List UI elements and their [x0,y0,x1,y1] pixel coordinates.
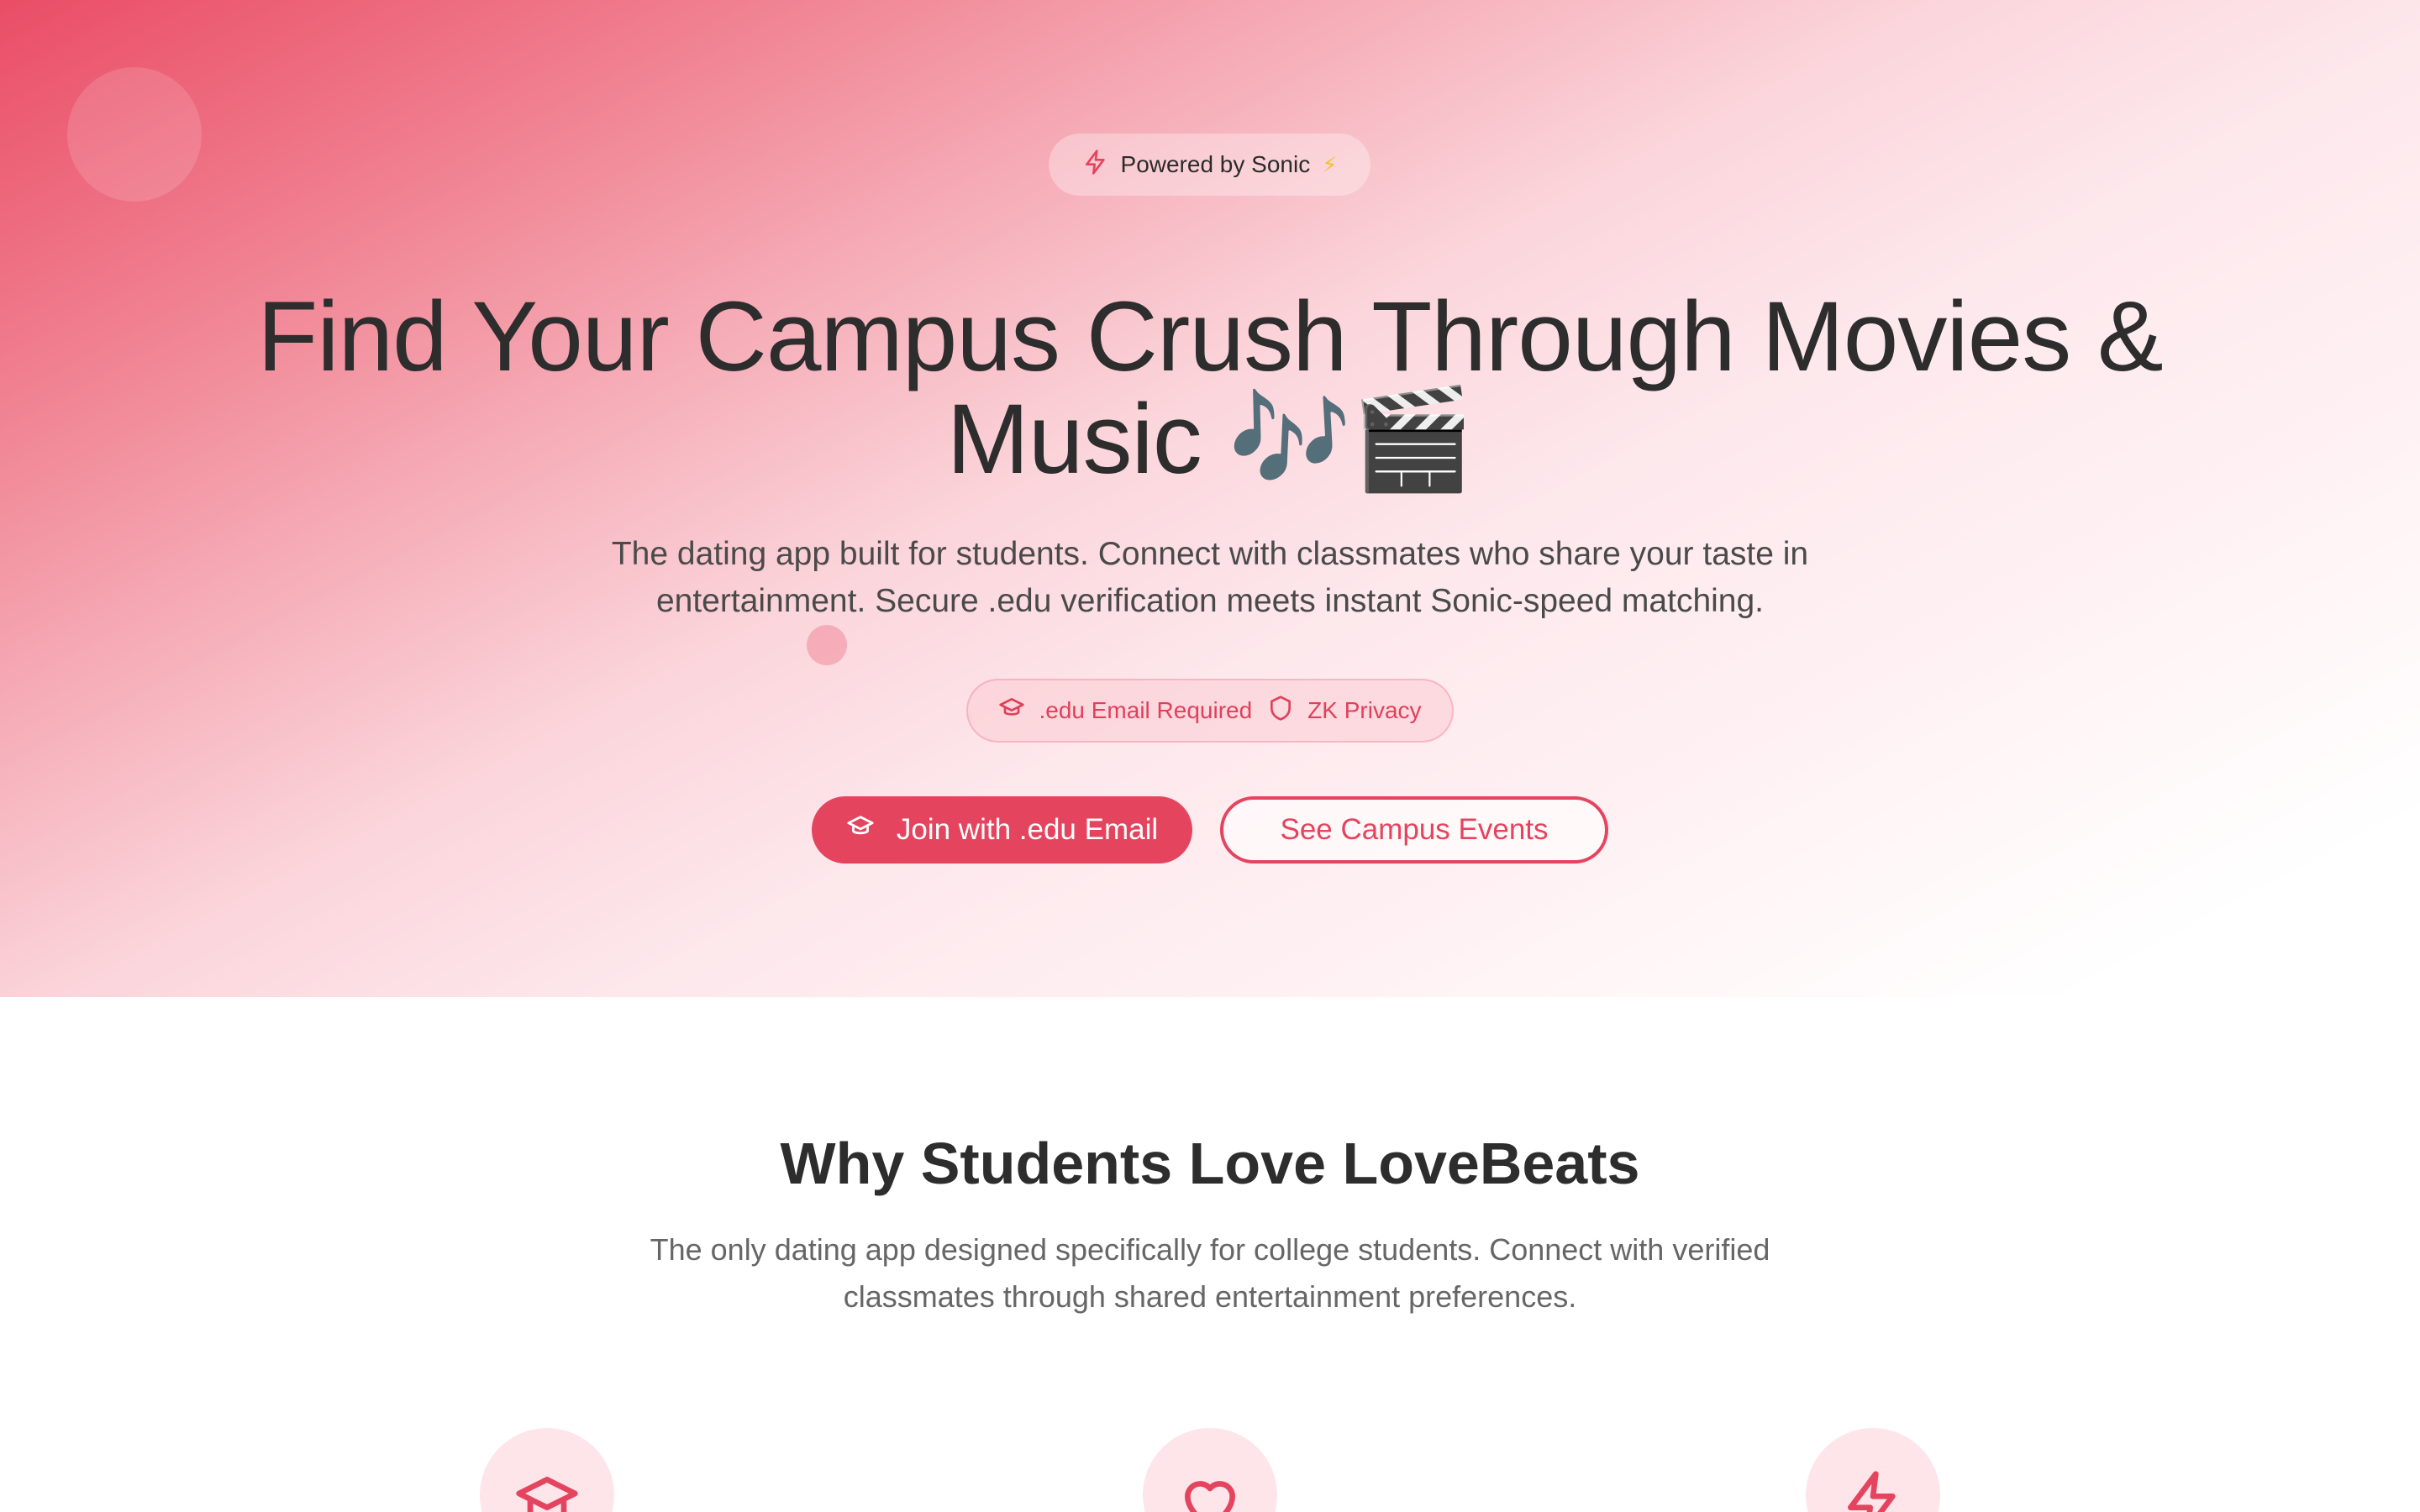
hero-title-line-2: Music 🎶🎬 [946,384,1475,495]
lightning-icon [1839,1468,1907,1512]
features-subtitle: The only dating app designed specificall… [650,1232,1770,1314]
heart-icon [1176,1468,1244,1512]
graduation-cap-icon [513,1468,581,1512]
see-campus-events-label: See Campus Events [1280,813,1549,846]
graduation-cap-icon [998,695,1025,727]
cta-row: Join with .edu Email See Campus Events [0,796,2420,864]
feature-icon-speed [1806,1428,1940,1512]
badge-edu-email: .edu Email Required [998,695,1252,727]
features-title: Why Students Love LoveBeats [780,1131,1640,1196]
badge-zk-privacy: ZK Privacy [1267,695,1422,727]
join-edu-button[interactable]: Join with .edu Email [812,796,1192,864]
feature-icon-heart [1143,1428,1277,1512]
graduation-cap-icon [846,812,875,848]
bolt-emoji: ⚡ [1322,151,1338,177]
powered-by-label: Powered by Sonic [1120,151,1311,177]
hero-title: Find Your Campus Crush Through Movies & … [0,286,2420,491]
decorative-bubble [67,67,202,202]
powered-by-badge: Powered by Sonic ⚡ [1049,134,1370,196]
see-campus-events-button[interactable]: See Campus Events [1220,796,1608,864]
decorative-dot [807,625,847,665]
requirements-badge: .edu Email Required ZK Privacy [966,679,1454,743]
hero-section: Powered by Sonic ⚡ Find Your Campus Crus… [0,0,2420,997]
hero-subtitle: The dating app built for students. Conne… [611,536,1809,619]
feature-icon-campus [480,1428,614,1512]
join-edu-label: Join with .edu Email [896,813,1159,846]
hero-title-line-1: Find Your Campus Crush Through Movies & [257,281,2164,392]
badge-edu-label: .edu Email Required [1039,697,1253,723]
badge-zk-label: ZK Privacy [1307,697,1422,723]
shield-icon [1267,695,1294,727]
lightning-icon [1082,149,1109,181]
